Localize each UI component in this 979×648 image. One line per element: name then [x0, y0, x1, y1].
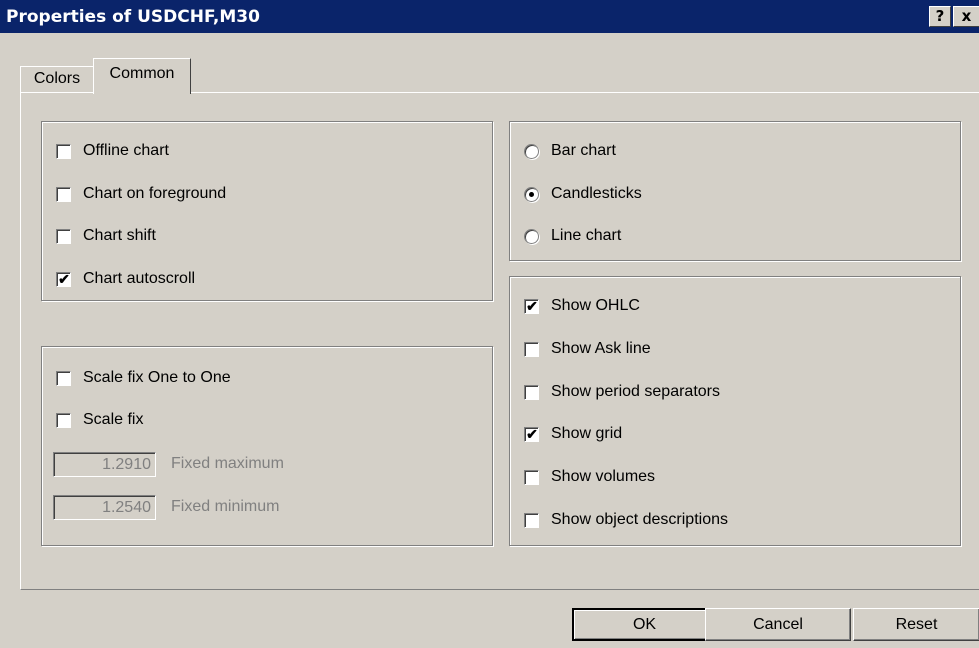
line-chart-radio[interactable]	[524, 228, 539, 244]
chart-on-foreground-option[interactable]: Chart on foreground	[56, 183, 226, 205]
bar-chart-label: Bar chart	[551, 142, 616, 159]
show-ohlc-option[interactable]: ✔ Show OHLC	[524, 295, 640, 317]
general-options-group: Offline chart Chart on foreground Chart …	[41, 121, 493, 301]
checkmark-icon: ✔	[526, 425, 538, 442]
chart-on-foreground-label: Chart on foreground	[83, 185, 227, 202]
scale-options-group: Scale fix One to One Scale fix 1.2910 Fi…	[41, 346, 493, 546]
candlesticks-option[interactable]: Candlesticks	[524, 183, 642, 205]
show-object-descriptions-option[interactable]: Show object descriptions	[524, 509, 728, 531]
chart-type-group: Bar chart Candlesticks Line chart	[509, 121, 961, 261]
show-grid-checkbox[interactable]: ✔	[524, 425, 539, 442]
line-chart-label: Line chart	[551, 227, 622, 244]
show-object-descriptions-checkbox[interactable]	[524, 512, 539, 528]
chart-autoscroll-option[interactable]: ✔ Chart autoscroll	[56, 268, 195, 290]
scale-fix-label: Scale fix	[83, 411, 144, 428]
fixed-minimum-label: Fixed minimum	[171, 498, 280, 515]
checkmark-icon: ✔	[526, 297, 538, 314]
fixed-maximum-input[interactable]: 1.2910	[53, 452, 156, 477]
tab-common[interactable]: Common	[93, 58, 191, 94]
fixed-minimum-input[interactable]: 1.2540	[53, 495, 156, 520]
chart-autoscroll-checkbox[interactable]: ✔	[56, 270, 71, 287]
show-period-separators-checkbox[interactable]	[524, 384, 539, 400]
tab-colors[interactable]: Colors	[20, 66, 94, 92]
display-options-group: ✔ Show OHLC Show Ask line Show period se…	[509, 276, 961, 546]
offline-chart-option[interactable]: Offline chart	[56, 140, 169, 162]
fixed-maximum-label: Fixed maximum	[171, 455, 284, 472]
show-ask-line-checkbox[interactable]	[524, 341, 539, 357]
bar-chart-radio[interactable]	[524, 143, 539, 159]
ok-button[interactable]: OK	[572, 608, 717, 641]
window-title: Properties of USDCHF,M30	[6, 7, 260, 27]
show-object-descriptions-label: Show object descriptions	[551, 511, 728, 528]
show-period-separators-option[interactable]: Show period separators	[524, 381, 720, 403]
show-ohlc-label: Show OHLC	[551, 297, 640, 314]
scale-fix-one-to-one-option[interactable]: Scale fix One to One	[56, 367, 231, 389]
checkmark-icon: ✔	[58, 270, 70, 287]
bar-chart-option[interactable]: Bar chart	[524, 140, 616, 162]
show-volumes-option[interactable]: Show volumes	[524, 466, 655, 488]
show-volumes-label: Show volumes	[551, 468, 656, 485]
show-ohlc-checkbox[interactable]: ✔	[524, 297, 539, 314]
scale-fix-checkbox[interactable]	[56, 412, 71, 428]
show-period-separators-label: Show period separators	[551, 383, 720, 400]
candlesticks-label: Candlesticks	[551, 185, 642, 202]
scale-fix-one-to-one-checkbox[interactable]	[56, 370, 71, 386]
chart-shift-option[interactable]: Chart shift	[56, 225, 156, 247]
close-button[interactable]: x	[953, 6, 979, 27]
help-button[interactable]: ?	[929, 6, 951, 27]
show-ask-line-option[interactable]: Show Ask line	[524, 338, 651, 360]
scale-fix-one-to-one-label: Scale fix One to One	[83, 369, 231, 386]
show-ask-line-label: Show Ask line	[551, 340, 651, 357]
chart-shift-label: Chart shift	[83, 227, 156, 244]
radio-dot-icon	[529, 191, 534, 197]
offline-chart-label: Offline chart	[83, 142, 169, 159]
candlesticks-radio[interactable]	[524, 186, 539, 202]
scale-fix-option[interactable]: Scale fix	[56, 409, 143, 431]
reset-button[interactable]: Reset	[853, 608, 979, 641]
cancel-button[interactable]: Cancel	[705, 608, 851, 641]
show-volumes-checkbox[interactable]	[524, 469, 539, 485]
show-grid-label: Show grid	[551, 425, 623, 442]
line-chart-option[interactable]: Line chart	[524, 225, 621, 247]
chart-shift-checkbox[interactable]	[56, 228, 71, 244]
title-bar: Properties of USDCHF,M30 ? x	[0, 0, 979, 33]
show-grid-option[interactable]: ✔ Show grid	[524, 423, 622, 445]
chart-autoscroll-label: Chart autoscroll	[83, 270, 196, 287]
chart-on-foreground-checkbox[interactable]	[56, 186, 71, 202]
offline-chart-checkbox[interactable]	[56, 143, 71, 159]
